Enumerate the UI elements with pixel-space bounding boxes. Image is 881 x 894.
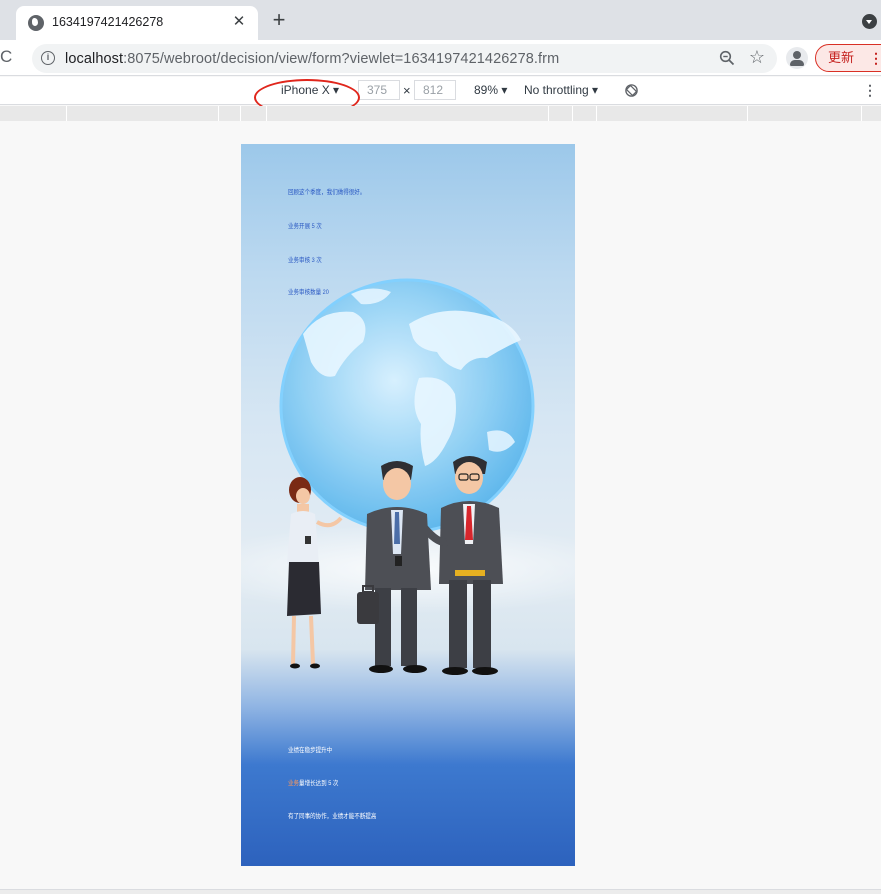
update-button[interactable]: 更新 ⋮: [815, 44, 881, 72]
summary-line-3: 业务审核 3 次: [288, 257, 322, 264]
summary-line-1: 回顾这个季度，我们做得很好。: [288, 189, 366, 196]
close-tab-button[interactable]: ✕: [230, 13, 248, 31]
ruler-tick: [266, 106, 267, 121]
menu-icon[interactable]: ⋮: [869, 45, 881, 71]
width-input[interactable]: 375: [358, 80, 400, 100]
throttling-value: No throttling: [524, 83, 589, 97]
throttling-select[interactable]: No throttling ▾: [524, 83, 598, 97]
ruler-tick: [240, 106, 241, 121]
ruler-tick: [747, 106, 748, 121]
zoom-value: 89%: [474, 83, 499, 97]
dimension-separator: ×: [403, 83, 411, 98]
site-info-icon[interactable]: i: [41, 51, 55, 65]
tab-title: 1634197421426278: [52, 15, 164, 29]
mobile-report-page: 回顾这个季度，我们做得很好。 业务开展 5 次 业务审核 3 次 业务审核数量 …: [241, 144, 575, 866]
update-label: 更新: [828, 50, 855, 65]
closing-line-3-text: 有了同事的协作，业绩才能不断提高: [288, 813, 377, 820]
device-more-icon[interactable]: ⋮: [863, 82, 877, 99]
ruler-tick: [548, 106, 549, 121]
closing-line-1-text: 业绩在稳步提升中: [288, 747, 333, 754]
ruler-tick: [596, 106, 597, 121]
business-team-illustration: [287, 456, 503, 675]
zoom-icon[interactable]: [719, 50, 735, 66]
closing-line-1: 业绩在稳步提升中: [288, 744, 332, 754]
address-bar[interactable]: i localhost:8075/webroot/decision/view/f…: [32, 44, 777, 73]
globe-icon: [28, 15, 44, 31]
reload-icon[interactable]: C: [0, 48, 18, 66]
tab-search-icon[interactable]: [862, 14, 877, 29]
window-bottom-border: [0, 889, 881, 894]
url-path: :8075/webroot/decision/view/form?viewlet…: [123, 51, 560, 67]
zoom-select[interactable]: 89% ▾: [474, 83, 507, 97]
ruler-tick: [572, 106, 573, 121]
tab-strip: 1634197421426278 ✕ +: [0, 0, 881, 40]
closing-line-3: 有了同事的协作，业绩才能不断提高: [288, 810, 376, 820]
closing-line-2-text: 量增长达到 5 次: [299, 780, 339, 787]
url-host: localhost: [65, 51, 124, 67]
summary-line-2: 业务开展 5 次: [288, 223, 322, 230]
profile-avatar-icon[interactable]: [786, 47, 808, 69]
closing-line-2: 业务量增长达到 5 次: [288, 777, 338, 787]
height-input[interactable]: 812: [414, 80, 456, 100]
bookmark-star-icon[interactable]: ☆: [749, 48, 765, 66]
new-tab-button[interactable]: +: [268, 9, 290, 31]
closing-line-2-highlight: 业务: [288, 780, 300, 787]
browser-toolbar: C i localhost:8075/webroot/decision/view…: [0, 40, 881, 76]
rotate-icon[interactable]: [624, 83, 639, 98]
ruler-tick: [218, 106, 219, 121]
ruler-tick: [861, 106, 862, 121]
media-query-ruler[interactable]: [0, 106, 881, 121]
summary-line-4: 业务审核数量 20: [288, 289, 329, 296]
device-toolbar: iPhone X ▾ 375 × 812 89% ▾ No throttling…: [0, 77, 881, 105]
ruler-tick: [66, 106, 67, 121]
browser-tab[interactable]: 1634197421426278 ✕: [16, 6, 258, 40]
url-text[interactable]: localhost:8075/webroot/decision/view/for…: [65, 51, 559, 67]
